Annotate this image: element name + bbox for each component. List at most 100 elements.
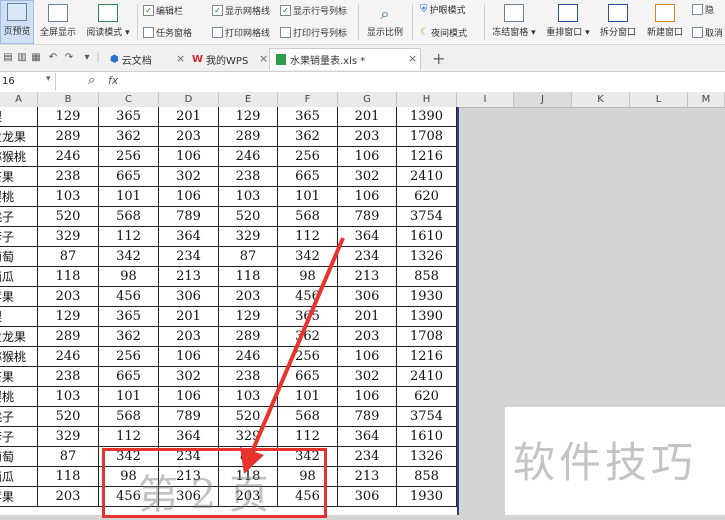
task-pane-checkbox[interactable]: 任务窗格	[143, 26, 192, 39]
page-preview-button[interactable]: 页预览	[0, 0, 34, 44]
sales-value-cell[interactable]: 101	[278, 387, 338, 407]
sales-value-cell[interactable]: 302	[338, 167, 397, 187]
sales-value-cell[interactable]: 1326	[397, 247, 457, 267]
print-gridlines-checkbox[interactable]: 打印网格线	[212, 26, 270, 39]
sales-value-cell[interactable]: 103	[219, 187, 278, 207]
unhide-window-button[interactable]: 取消	[692, 26, 723, 39]
sales-value-cell[interactable]: 306	[159, 287, 219, 307]
close-icon[interactable]: ×	[259, 52, 268, 65]
fruit-name-cell[interactable]: 芒果	[0, 167, 38, 187]
split-window-button[interactable]: 拆分窗口	[596, 0, 640, 44]
sales-value-cell[interactable]: 520	[219, 407, 278, 427]
sales-value-cell[interactable]: 568	[99, 407, 159, 427]
sales-value-cell[interactable]: 106	[338, 347, 397, 367]
sales-value-cell[interactable]: 103	[219, 387, 278, 407]
sales-value-cell[interactable]: 362	[99, 127, 159, 147]
sales-value-cell[interactable]: 1216	[397, 347, 457, 367]
sales-value-cell[interactable]: 98	[278, 267, 338, 287]
sales-value-cell[interactable]: 1930	[397, 287, 457, 307]
sales-value-cell[interactable]: 118	[219, 267, 278, 287]
sales-value-cell[interactable]: 665	[278, 167, 338, 187]
sales-value-cell[interactable]: 234	[338, 247, 397, 267]
sales-value-cell[interactable]: 329	[38, 227, 99, 247]
fruit-name-cell[interactable]: 西瓜	[0, 267, 38, 287]
fruit-name-cell[interactable]: 芒果	[0, 367, 38, 387]
sales-value-cell[interactable]: 620	[397, 187, 457, 207]
sales-value-cell[interactable]: 203	[338, 127, 397, 147]
fruit-name-cell[interactable]: 樱桃	[0, 387, 38, 407]
close-icon[interactable]: ×	[176, 52, 185, 65]
sales-value-cell[interactable]: 789	[338, 407, 397, 427]
show-gridlines-checkbox[interactable]: ✓ 显示网格线	[212, 4, 270, 17]
sales-value-cell[interactable]: 238	[219, 367, 278, 387]
redo-icon[interactable]: ↷	[63, 51, 75, 64]
sales-value-cell[interactable]: 364	[159, 227, 219, 247]
column-header-b[interactable]: B	[38, 92, 99, 107]
sales-value-cell[interactable]: 101	[278, 187, 338, 207]
sales-value-cell[interactable]: 302	[159, 367, 219, 387]
sales-value-cell[interactable]: 858	[397, 267, 457, 287]
sales-value-cell[interactable]: 789	[159, 407, 219, 427]
sales-value-cell[interactable]: 329	[219, 427, 278, 447]
sales-value-cell[interactable]: 289	[38, 127, 99, 147]
sales-value-cell[interactable]: 306	[338, 287, 397, 307]
sales-value-cell[interactable]: 1930	[397, 487, 457, 507]
fruit-name-cell[interactable]: 西瓜	[0, 467, 38, 487]
zoom-ratio-button[interactable]: ⌕ 显示比例	[362, 0, 408, 44]
name-box-dropdown-icon[interactable]: ▾	[46, 74, 51, 84]
sales-value-cell[interactable]: 106	[338, 147, 397, 167]
sales-value-cell[interactable]: 789	[159, 207, 219, 227]
sales-value-cell[interactable]: 1326	[397, 447, 457, 467]
sales-value-cell[interactable]: 329	[219, 227, 278, 247]
sales-value-cell[interactable]: 87	[38, 447, 99, 467]
sales-value-cell[interactable]: 289	[38, 327, 99, 347]
sales-value-cell[interactable]: 238	[38, 367, 99, 387]
column-header-c[interactable]: C	[99, 92, 159, 107]
fruit-name-cell[interactable]: 葡萄	[0, 447, 38, 467]
sales-value-cell[interactable]: 1390	[397, 107, 457, 127]
sales-value-cell[interactable]: 106	[338, 187, 397, 207]
sales-value-cell[interactable]: 362	[278, 127, 338, 147]
sales-value-cell[interactable]: 112	[278, 427, 338, 447]
sales-value-cell[interactable]: 103	[38, 187, 99, 207]
new-window-button[interactable]: 新建窗口	[643, 0, 687, 44]
sales-value-cell[interactable]: 329	[38, 427, 99, 447]
sales-value-cell[interactable]: 302	[338, 367, 397, 387]
column-header-a[interactable]: A	[0, 92, 38, 107]
formula-bar-checkbox[interactable]: ✓ 编辑栏	[143, 4, 183, 17]
fruit-name-cell[interactable]: 猕猴桃	[0, 147, 38, 167]
sales-value-cell[interactable]: 106	[159, 187, 219, 207]
column-header-g[interactable]: G	[338, 92, 397, 107]
sales-value-cell[interactable]: 203	[38, 287, 99, 307]
sales-value-cell[interactable]: 289	[219, 327, 278, 347]
column-header-d[interactable]: D	[159, 92, 219, 107]
close-icon[interactable]: ×	[408, 52, 417, 65]
sales-value-cell[interactable]: 129	[219, 107, 278, 127]
sales-value-cell[interactable]: 665	[278, 367, 338, 387]
tab-fruit-sales-xls[interactable]: 水果销量表.xls *	[269, 48, 421, 70]
sales-value-cell[interactable]: 2410	[397, 367, 457, 387]
sales-value-cell[interactable]: 1708	[397, 127, 457, 147]
sales-value-cell[interactable]: 362	[278, 327, 338, 347]
sales-value-cell[interactable]: 106	[159, 347, 219, 367]
fruit-name-cell[interactable]: 梨	[0, 107, 38, 127]
sales-value-cell[interactable]: 256	[99, 347, 159, 367]
sales-value-cell[interactable]: 365	[278, 307, 338, 327]
sales-value-cell[interactable]: 3754	[397, 407, 457, 427]
fruit-name-cell[interactable]: 苹果	[0, 487, 38, 507]
hide-window-button[interactable]: 隐	[692, 3, 714, 16]
column-header-j[interactable]: J	[514, 92, 572, 107]
sales-value-cell[interactable]: 1216	[397, 147, 457, 167]
sales-value-cell[interactable]: 203	[159, 127, 219, 147]
formula-input[interactable]	[130, 73, 720, 90]
sales-value-cell[interactable]: 87	[219, 247, 278, 267]
sales-value-cell[interactable]: 213	[159, 267, 219, 287]
fruit-name-cell[interactable]: 火龙果	[0, 127, 38, 147]
sales-value-cell[interactable]: 256	[99, 147, 159, 167]
undo-icon[interactable]: ↶	[47, 51, 59, 64]
sales-value-cell[interactable]: 1610	[397, 227, 457, 247]
sales-value-cell[interactable]: 289	[219, 127, 278, 147]
fruit-name-cell[interactable]: 苹果	[0, 287, 38, 307]
column-header-i[interactable]: I	[457, 92, 514, 107]
sales-value-cell[interactable]: 101	[99, 187, 159, 207]
